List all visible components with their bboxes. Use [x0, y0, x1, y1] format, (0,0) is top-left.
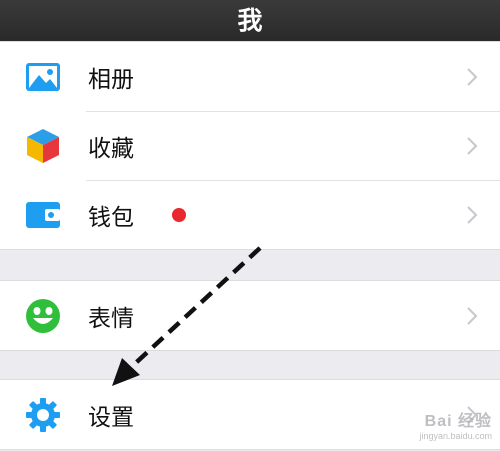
gear-icon — [24, 396, 62, 434]
menu-item-label: 收藏 — [88, 135, 134, 162]
menu-item-label: 钱包 — [88, 204, 134, 231]
menu-item-label: 表情 — [88, 305, 134, 332]
menu-item-album[interactable]: 相册 — [0, 42, 500, 111]
notification-dot — [172, 207, 186, 222]
chevron-right-icon — [467, 306, 478, 325]
menu-item-favorites[interactable]: 收藏 — [0, 111, 500, 180]
menu-group-2: 表情 — [0, 280, 500, 351]
photo-album-icon — [24, 58, 62, 96]
chevron-right-icon — [467, 67, 478, 86]
page-title: 我 — [237, 6, 263, 35]
wallet-icon — [24, 196, 62, 234]
menu-group-1: 相册 收藏 钱包 — [0, 41, 500, 250]
menu-item-stickers[interactable]: 表情 — [0, 281, 500, 350]
watermark-sub: jingyan.baidu.com — [419, 431, 492, 441]
smiley-face-icon — [24, 297, 62, 335]
menu-item-label: 相册 — [88, 66, 134, 93]
chevron-right-icon — [467, 136, 478, 155]
watermark-main: Bai 经验 — [424, 413, 492, 430]
chevron-right-icon — [467, 205, 478, 224]
menu-item-wallet[interactable]: 钱包 — [0, 180, 500, 249]
menu-item-label: 设置 — [88, 404, 134, 431]
watermark: Bai 经验 jingyan.baidu.com — [419, 407, 492, 441]
favorites-cube-icon — [24, 127, 62, 165]
